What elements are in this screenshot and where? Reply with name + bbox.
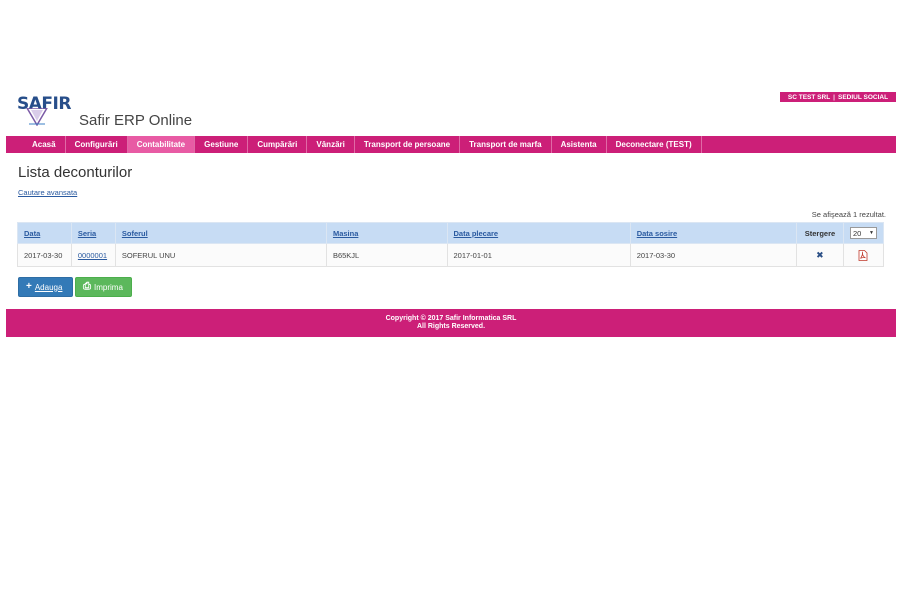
sort-data-plecare-link[interactable]: Data plecare xyxy=(454,229,499,238)
cell-soferul: SOFERUL UNU xyxy=(114,243,327,267)
nav-item-acasa[interactable]: Acasă xyxy=(6,136,66,153)
app-title: Safir ERP Online xyxy=(79,112,193,129)
add-button-label: Adauga xyxy=(34,282,63,292)
company-separator: | xyxy=(833,93,835,101)
delete-icon[interactable]: ✖ xyxy=(816,250,824,260)
sort-data-link[interactable]: Data xyxy=(24,229,40,238)
main-navbar: Acasă Configurări Contabilitate Gestiune… xyxy=(6,136,896,153)
nav-item-contabilitate[interactable]: Contabilitate xyxy=(127,136,196,153)
pdf-icon[interactable] xyxy=(858,249,868,261)
nav-item-configurari[interactable]: Configurări xyxy=(66,136,128,153)
column-header-stergere: Stergere xyxy=(795,222,844,244)
print-button-label: Imprima xyxy=(94,282,123,292)
print-button[interactable]: ⎙ Imprima xyxy=(75,277,132,297)
sort-data-sosire-link[interactable]: Data sosire xyxy=(637,229,677,238)
cell-data-plecare: 2017-01-01 xyxy=(446,243,631,267)
company-location: SEDIUL SOCIAL xyxy=(838,93,889,101)
page-title: Lista deconturilor xyxy=(18,164,133,181)
seria-link[interactable]: 0000001 xyxy=(78,251,107,260)
sort-soferul-link[interactable]: Soferul xyxy=(122,229,148,238)
cell-seria: 0000001 xyxy=(70,243,116,267)
cell-data: 2017-03-30 xyxy=(17,243,72,267)
cell-delete: ✖ xyxy=(795,243,844,267)
page-size-select[interactable]: 20 ▼ xyxy=(849,227,877,239)
cell-pdf xyxy=(842,243,885,267)
nav-item-transport-marfa[interactable]: Transport de marfa xyxy=(460,136,552,153)
column-header-page-size: 20 ▼ xyxy=(842,222,885,244)
nav-item-deconectare[interactable]: Deconectare (TEST) xyxy=(607,136,702,153)
plus-icon: + xyxy=(26,281,32,292)
nav-item-cumparari[interactable]: Cumpărări xyxy=(248,136,308,153)
column-header-data-plecare[interactable]: Data plecare xyxy=(446,222,631,244)
column-header-data[interactable]: Data xyxy=(17,222,72,244)
deconturi-table: Data Seria Soferul Masina Data plecare D… xyxy=(17,222,885,267)
footer: Copyright © 2017 Safir Informatica SRL A… xyxy=(6,309,896,337)
add-button[interactable]: + Adauga xyxy=(18,277,73,297)
table-header-row: Data Seria Soferul Masina Data plecare D… xyxy=(17,222,885,244)
page-size-value: 20 xyxy=(852,228,862,238)
sort-masina-link[interactable]: Masina xyxy=(333,229,358,238)
advanced-search-link[interactable]: Cautare avansata xyxy=(18,188,77,197)
nav-item-transport-persoane[interactable]: Transport de persoane xyxy=(355,136,461,153)
column-header-data-sosire[interactable]: Data sosire xyxy=(629,222,797,244)
safir-logo[interactable]: SAFIR xyxy=(17,96,75,126)
sort-seria-link[interactable]: Seria xyxy=(78,229,96,238)
column-header-masina[interactable]: Masina xyxy=(325,222,448,244)
copyright-text: Copyright © 2017 Safir Informatica SRL xyxy=(385,315,517,322)
column-header-seria[interactable]: Seria xyxy=(70,222,116,244)
company-name: SC TEST SRL xyxy=(787,93,831,101)
result-count: Se afişează 1 rezultat. xyxy=(811,210,886,219)
cell-masina: B65KJL xyxy=(325,243,448,267)
cell-data-sosire: 2017-03-30 xyxy=(629,243,797,267)
chevron-down-icon: ▼ xyxy=(869,230,874,236)
table-row: 2017-03-30 0000001 SOFERUL UNU B65KJL 20… xyxy=(17,243,885,267)
column-header-soferul[interactable]: Soferul xyxy=(114,222,327,244)
rights-text: All Rights Reserved. xyxy=(416,323,486,330)
nav-item-asistenta[interactable]: Asistenta xyxy=(552,136,607,153)
nav-item-vanzari[interactable]: Vânzări xyxy=(307,136,355,153)
company-badge[interactable]: SC TEST SRL | SEDIUL SOCIAL xyxy=(780,92,896,102)
print-icon: ⎙ xyxy=(83,281,91,292)
nav-item-gestiune[interactable]: Gestiune xyxy=(195,136,249,153)
logo-triangle-icon xyxy=(26,108,48,126)
